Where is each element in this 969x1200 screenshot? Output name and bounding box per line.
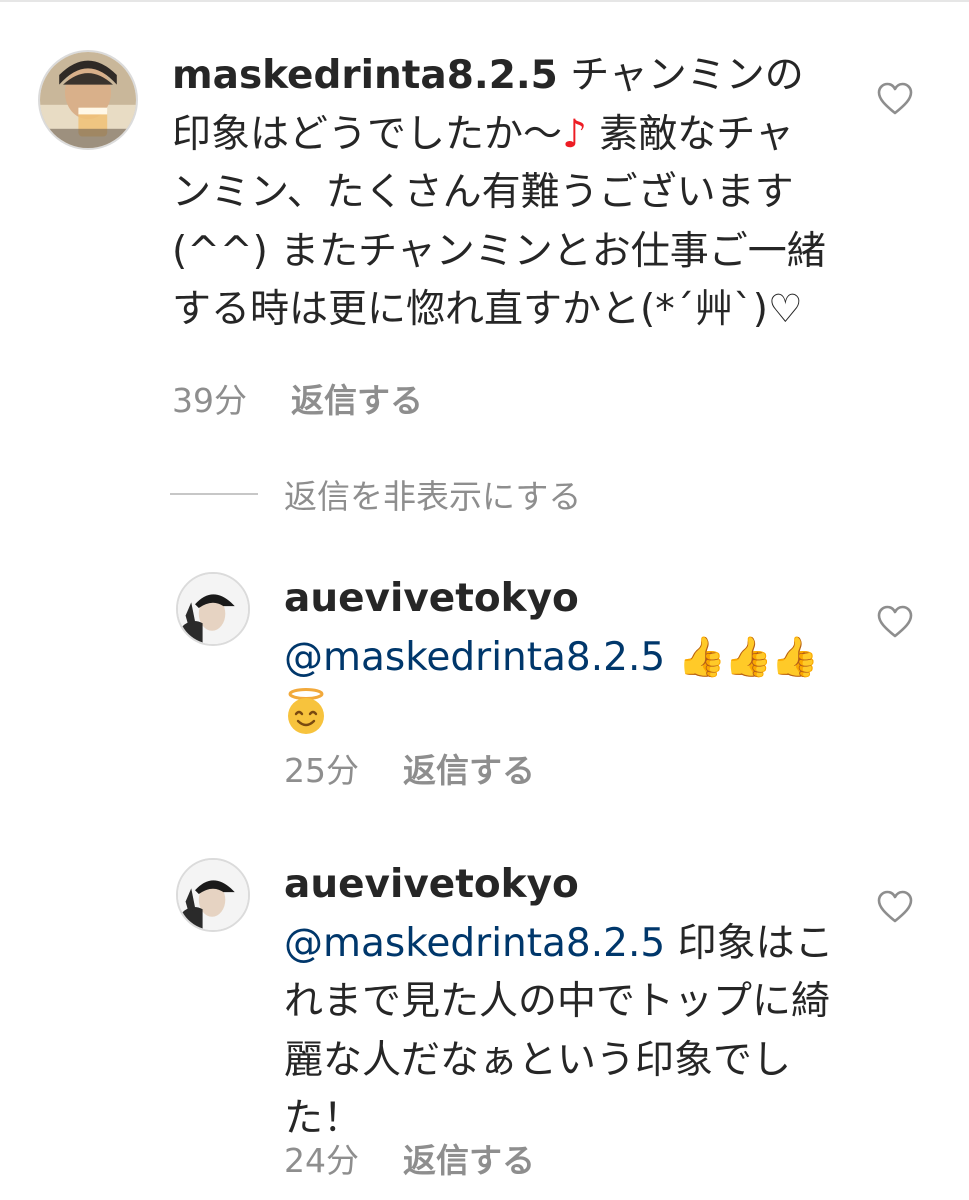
comment-timestamp: 25分	[284, 751, 359, 790]
smiling-face-with-halo-icon	[284, 688, 328, 736]
thumbs-up-icon: 👍👍👍	[677, 634, 820, 680]
comment-meta: 39分 返信する	[172, 374, 423, 422]
hide-replies-line	[170, 493, 258, 495]
mention-link[interactable]: @maskedrinta8.2.5	[284, 921, 665, 966]
reply-button[interactable]: 返信する	[403, 1141, 535, 1180]
comment-timestamp: 24分	[284, 1141, 359, 1180]
user-avatar-photo-icon	[40, 52, 136, 148]
comment-body: auevivetokyo @maskedrinta8.2.5 👍👍👍	[284, 570, 824, 746]
comment-body: auevivetokyo @maskedrinta8.2.5 印象はこれまで見た…	[284, 856, 844, 1149]
avatar[interactable]	[38, 50, 138, 150]
username-link[interactable]: auevivetokyo	[284, 576, 579, 621]
comment-timestamp: 39分	[172, 381, 247, 420]
comment-body: maskedrinta8.2.5 チャンミンの印象はどうでしたか～♪ 素敵なチャ…	[172, 47, 832, 340]
reply-button[interactable]: 返信する	[403, 751, 535, 790]
username-link[interactable]: maskedrinta8.2.5	[172, 53, 558, 98]
like-heart-icon[interactable]	[877, 82, 913, 116]
mention-link[interactable]: @maskedrinta8.2.5	[284, 635, 665, 680]
like-heart-icon[interactable]	[877, 890, 913, 924]
avatar[interactable]	[176, 572, 250, 646]
avatar[interactable]	[176, 858, 250, 932]
music-note-icon: ♪	[562, 111, 587, 157]
top-divider	[0, 0, 969, 2]
like-heart-icon[interactable]	[877, 605, 913, 639]
reply-button[interactable]: 返信する	[291, 381, 423, 420]
user-avatar-photo-icon	[178, 574, 248, 644]
hide-replies-button[interactable]: 返信を非表示にする	[170, 472, 581, 516]
hide-replies-label: 返信を非表示にする	[284, 477, 582, 516]
comment-meta: 24分 返信する	[284, 1134, 535, 1182]
username-link[interactable]: auevivetokyo	[284, 862, 579, 907]
user-avatar-photo-icon	[178, 860, 248, 930]
comment-meta: 25分 返信する	[284, 744, 535, 792]
